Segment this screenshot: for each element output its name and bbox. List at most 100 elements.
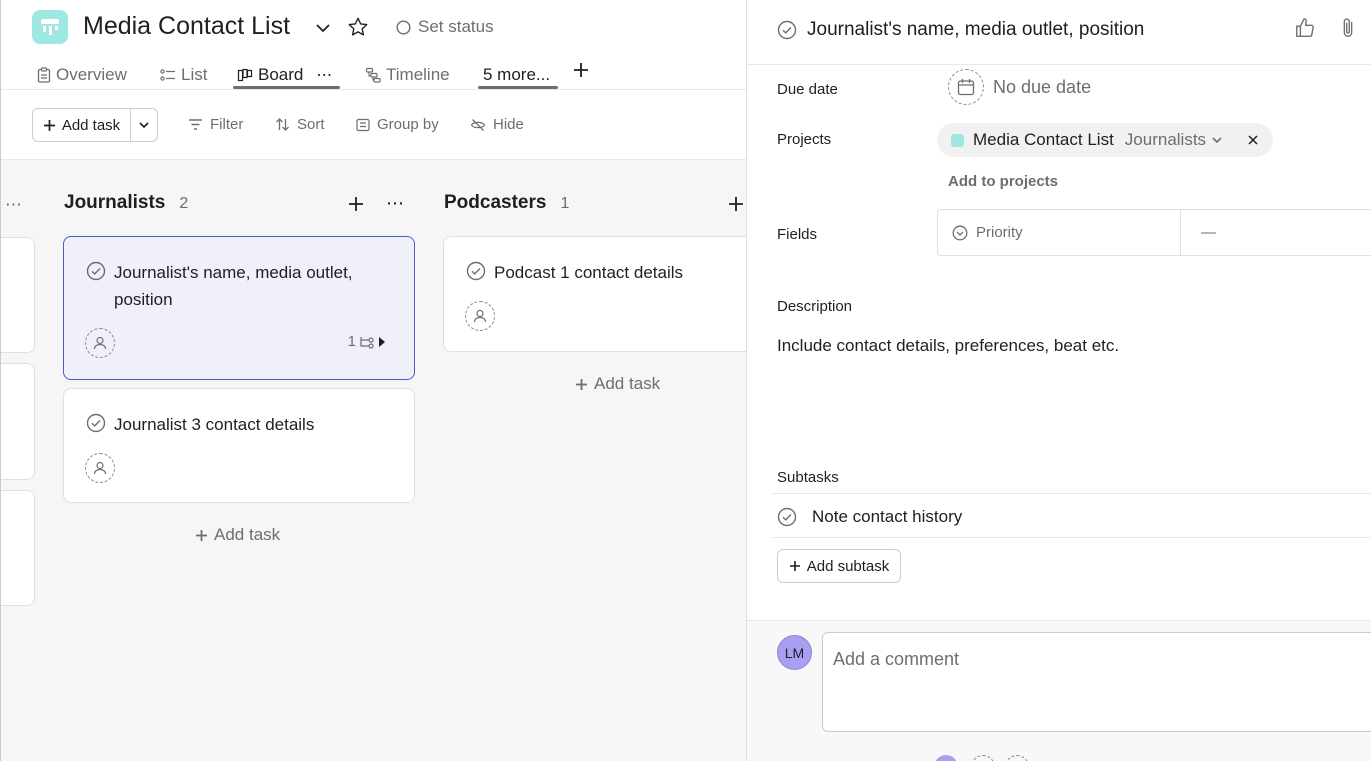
check-circle-icon[interactable] (777, 507, 797, 527)
hide-label: Hide (493, 116, 524, 133)
assignee-avatar-icon[interactable] (85, 453, 115, 483)
add-task-button[interactable]: Add task (33, 109, 131, 141)
add-collaborator-icon[interactable] (971, 755, 995, 761)
add-task-label: Add task (594, 374, 661, 393)
add-task-dropdown[interactable] (131, 109, 157, 141)
subtask-item[interactable]: Note contact history (771, 493, 1371, 538)
task-card[interactable]: Journalist's name, media outlet, positio… (63, 236, 415, 380)
more-icon[interactable]: ⋯ (316, 65, 333, 85)
group-by-label: Group by (377, 116, 439, 133)
plus-icon (43, 119, 56, 132)
description-label: Description (777, 298, 853, 315)
column-more-icon[interactable]: ⋯ (386, 193, 405, 214)
section-dropdown[interactable]: Journalists (1125, 130, 1224, 150)
field-name: Priority (976, 224, 1023, 241)
project-header: Media Contact List Set status Overview L… (1, 0, 746, 90)
project-board-icon[interactable] (32, 10, 68, 44)
board-toolbar: Add task Filter Sort Group by Hide (1, 90, 746, 160)
column-header-journalists[interactable]: Journalists 2 (64, 192, 188, 214)
comment-placeholder: Add a comment (833, 649, 960, 669)
task-title[interactable]: Journalist's name, media outlet, positio… (807, 19, 1144, 41)
projects-label: Projects (777, 131, 832, 148)
remove-project-close-icon[interactable] (1247, 134, 1259, 146)
filter-button[interactable]: Filter (188, 116, 243, 133)
subtask-title: Note contact history (812, 507, 963, 526)
tab-list[interactable]: List (160, 60, 207, 90)
complete-check-icon[interactable] (777, 20, 797, 40)
more-tab-indicator (478, 86, 558, 89)
prev-column-card[interactable] (1, 237, 35, 353)
user-avatar: LM (777, 635, 812, 670)
prev-column-more-icon[interactable]: ⋯ (5, 195, 23, 215)
add-tab-plus-icon[interactable] (571, 60, 591, 80)
list-icon (160, 68, 176, 82)
custom-fields-table: Priority — (937, 209, 1371, 256)
caret-right-icon (378, 336, 386, 348)
calendar-icon[interactable] (948, 69, 984, 105)
tab-label: 5 more... (483, 65, 551, 84)
task-card[interactable]: Journalist 3 contact details (63, 388, 415, 503)
add-task-label: Add task (214, 525, 281, 544)
card-title: Journalist 3 contact details (114, 415, 315, 434)
priority-value-select[interactable]: — (1181, 210, 1216, 255)
add-card-plus-icon[interactable] (347, 195, 365, 213)
check-circle-icon[interactable] (86, 261, 106, 281)
sort-button[interactable]: Sort (275, 116, 325, 133)
check-circle-icon[interactable] (466, 261, 486, 281)
section-name: Journalists (1124, 130, 1207, 149)
chevron-down-icon[interactable] (313, 18, 333, 38)
task-card[interactable]: Podcast 1 contact details (443, 236, 746, 352)
sort-label: Sort (297, 116, 325, 133)
add-subtask-button[interactable]: Add subtask (777, 549, 901, 583)
comment-section: LM Add a comment (747, 620, 1371, 761)
card-title: Journalist's name, media outlet, positio… (114, 263, 353, 309)
group-by-button[interactable]: Group by (356, 116, 439, 133)
prev-column-card[interactable] (1, 363, 35, 480)
project-title[interactable]: Media Contact List (83, 12, 290, 41)
add-card-plus-icon[interactable] (727, 195, 745, 213)
description-text[interactable]: Include contact details, preferences, be… (777, 336, 1119, 356)
subtask-count-value: 1 (347, 333, 356, 350)
comment-input[interactable]: Add a comment (822, 632, 1371, 732)
assignee-avatar-icon[interactable] (465, 301, 495, 331)
field-priority: Priority (938, 210, 1181, 255)
chevron-down-icon (137, 118, 151, 132)
set-status-label: Set status (418, 17, 494, 36)
project-pill[interactable]: Media Contact List Journalists (937, 123, 1273, 157)
star-icon[interactable] (347, 16, 369, 38)
add-task-label: Add task (61, 116, 121, 134)
task-detail-header: Journalist's name, media outlet, positio… (747, 0, 1371, 65)
tab-timeline[interactable]: Timeline (365, 60, 450, 90)
card-title: Podcast 1 contact details (494, 263, 684, 282)
tab-overview[interactable]: Overview (37, 60, 127, 90)
board-icon (237, 68, 253, 83)
plus-icon (789, 560, 801, 572)
column-header-podcasters[interactable]: Podcasters 1 (444, 192, 569, 214)
collaborator-avatar[interactable] (934, 755, 958, 761)
check-circle-icon[interactable] (86, 413, 106, 433)
chevron-down-icon (1210, 133, 1224, 147)
set-status-button[interactable]: Set status (396, 17, 494, 37)
plus-icon (195, 529, 208, 542)
column-add-task-button[interactable]: Add task (195, 525, 280, 545)
column-name: Journalists (64, 192, 166, 213)
add-to-projects-button[interactable]: Add to projects (948, 173, 1058, 190)
hide-button[interactable]: Hide (470, 116, 524, 133)
column-add-task-button[interactable]: Add task (575, 374, 660, 394)
board-pane: Media Contact List Set status Overview L… (0, 0, 746, 761)
tab-label: List (181, 65, 208, 84)
eye-off-icon (470, 118, 486, 132)
assignee-avatar-icon[interactable] (85, 328, 115, 358)
prev-column-card[interactable] (1, 490, 35, 606)
task-detail-pane: Journalist's name, media outlet, positio… (746, 0, 1371, 761)
thumbs-up-icon[interactable] (1294, 17, 1316, 39)
add-collaborator-icon[interactable] (1005, 755, 1029, 761)
tab-label: Overview (56, 65, 127, 84)
due-date-value[interactable]: No due date (993, 77, 1091, 98)
group-by-icon (356, 118, 370, 132)
clipboard-icon (37, 67, 51, 83)
paperclip-icon[interactable] (1339, 17, 1357, 39)
subtask-count[interactable]: 1 (348, 333, 386, 350)
status-circle-icon (396, 19, 411, 35)
column-count: 2 (179, 195, 189, 212)
